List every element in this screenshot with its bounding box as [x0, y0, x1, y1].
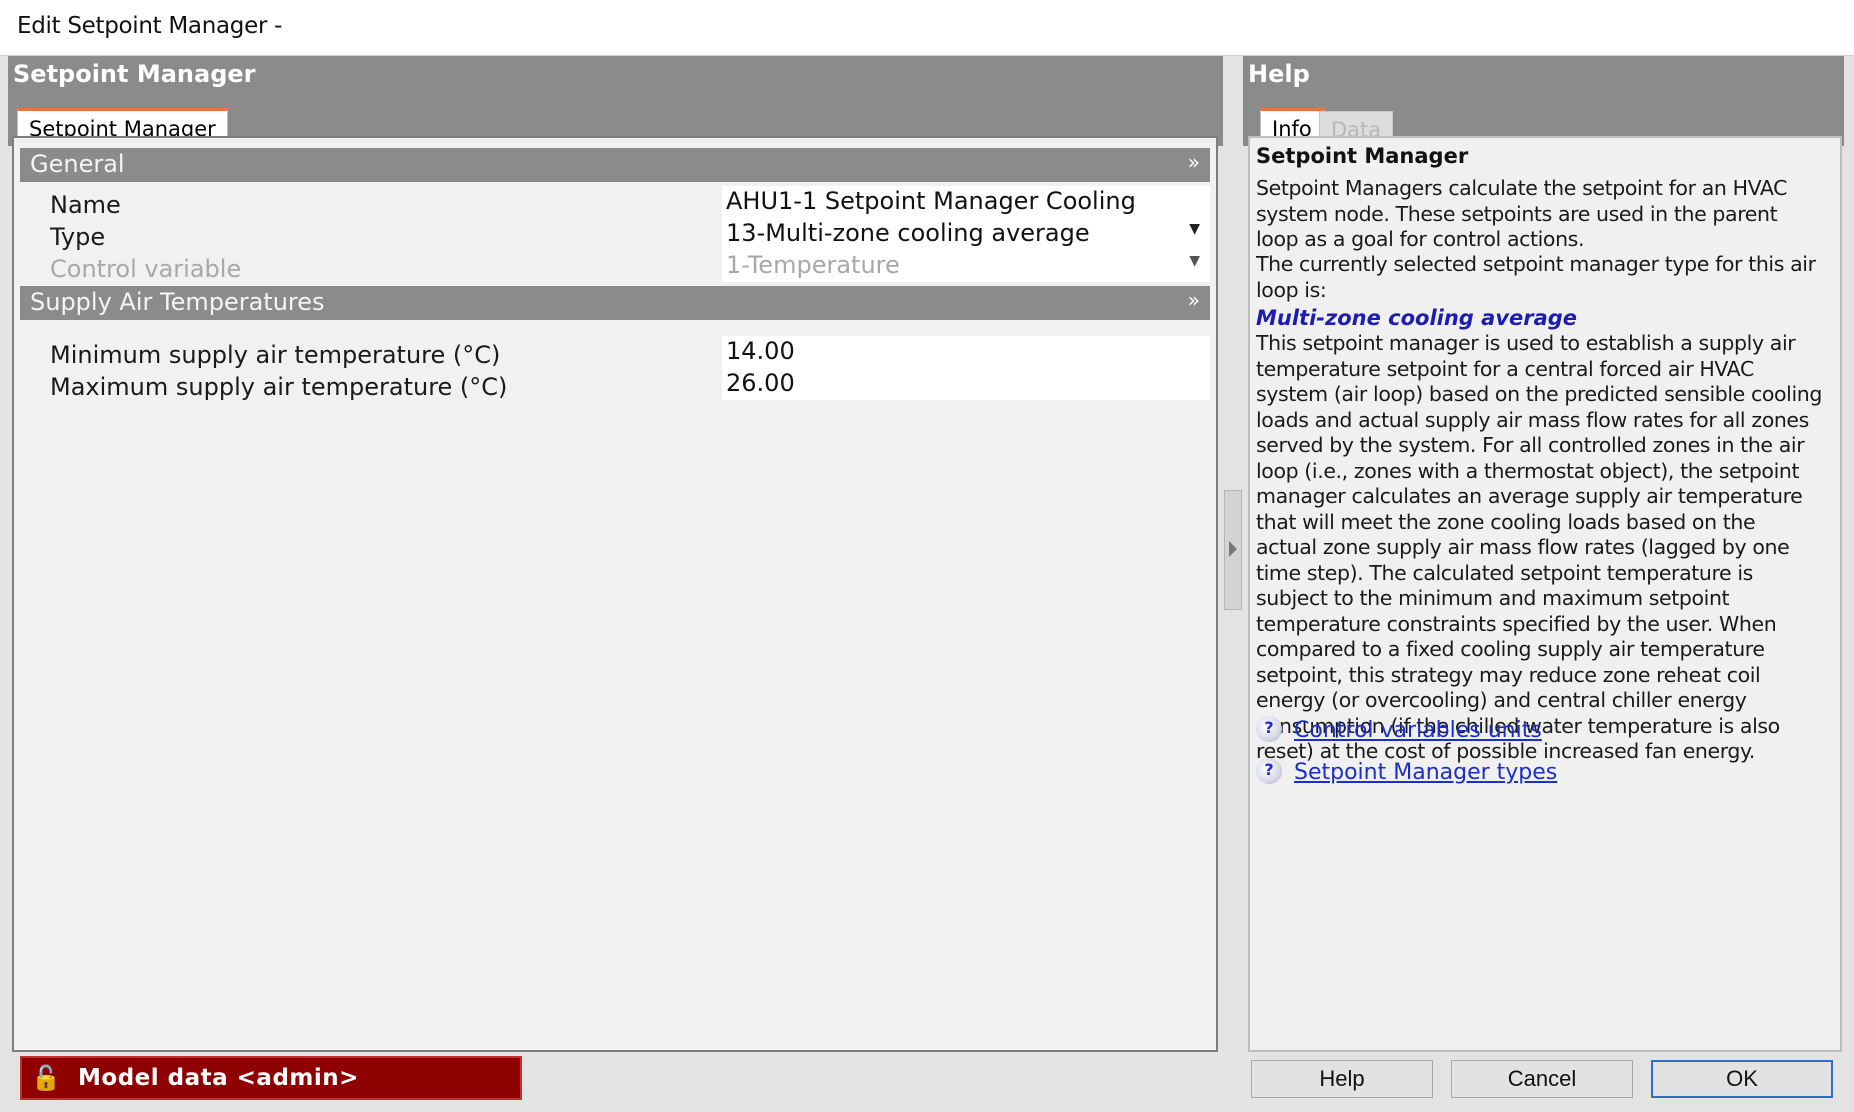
dialog-body: Setpoint Manager Setpoint Manager Help I… [0, 56, 1854, 1112]
help-button[interactable]: Help [1251, 1060, 1433, 1098]
help-question-icon: ? [1256, 758, 1282, 784]
field-label-control-variable: Control variable [50, 255, 242, 283]
left-pane-title: Setpoint Manager [13, 60, 256, 88]
section-title: General [30, 150, 125, 178]
help-type-description: This setpoint manager is used to establi… [1256, 331, 1822, 763]
link-label[interactable]: Setpoint Manager types [1294, 760, 1557, 785]
help-type-name: Multi-zone cooling average [1256, 306, 1578, 330]
ok-button[interactable]: OK [1651, 1060, 1833, 1098]
pane-splitter[interactable] [1224, 490, 1242, 610]
help-question-icon: ? [1256, 716, 1282, 742]
section-title: Supply Air Temperatures [30, 288, 325, 316]
field-label-max-supply-air-temp: Maximum supply air temperature (°C) [50, 373, 508, 401]
dropdown-arrow-icon: ▼ [1189, 253, 1200, 269]
help-title: Setpoint Manager [1256, 144, 1469, 168]
collapse-icon[interactable]: » [1188, 290, 1200, 310]
link-label[interactable]: Control variables units [1294, 718, 1542, 743]
control-variable-value: 1-Temperature [726, 251, 900, 279]
name-input[interactable]: AHU1-1 Setpoint Manager Cooling [722, 186, 1210, 218]
field-label-min-supply-air-temp: Minimum supply air temperature (°C) [50, 341, 501, 369]
right-pane-header: Help Info Data [1243, 56, 1844, 146]
property-grid: General » Name AHU1-1 Setpoint Manager C… [12, 136, 1218, 1052]
collapse-icon[interactable]: » [1188, 152, 1200, 172]
window-titlebar: Edit Setpoint Manager - [0, 0, 1854, 56]
dropdown-arrow-icon[interactable]: ▼ [1189, 221, 1200, 237]
model-data-badge: 🔓 Model data <admin> [20, 1056, 522, 1100]
link-control-variables-units[interactable]: ? Control variables units [1256, 716, 1576, 746]
model-data-label: Model data <admin> [78, 1065, 359, 1091]
field-label-type: Type [50, 223, 106, 251]
right-pane-title: Help [1248, 60, 1310, 88]
expand-arrow-icon[interactable] [1229, 541, 1237, 557]
type-select-value: 13-Multi-zone cooling average [726, 219, 1090, 247]
link-setpoint-manager-types[interactable]: ? Setpoint Manager types [1256, 758, 1576, 788]
section-header-general[interactable]: General » [20, 148, 1210, 182]
min-supply-air-temp-input[interactable]: 14.00 [722, 336, 1210, 368]
window-title: Edit Setpoint Manager - [17, 13, 283, 39]
cancel-button[interactable]: Cancel [1451, 1060, 1633, 1098]
left-pane-header: Setpoint Manager Setpoint Manager [8, 56, 1223, 146]
section-header-supply-air-temperatures[interactable]: Supply Air Temperatures » [20, 286, 1210, 320]
max-supply-air-temp-input[interactable]: 26.00 [722, 368, 1210, 400]
help-panel: Setpoint Manager Setpoint Managers calcu… [1248, 136, 1842, 1052]
help-selected-type-paragraph: The currently selected setpoint manager … [1256, 252, 1816, 302]
type-select[interactable]: 13-Multi-zone cooling average ▼ [722, 218, 1210, 250]
lock-open-icon: 🔓 [31, 1064, 61, 1092]
help-intro-paragraph: Setpoint Managers calculate the setpoint… [1256, 176, 1788, 251]
control-variable-select: 1-Temperature ▼ [722, 250, 1210, 282]
field-label-name: Name [50, 191, 121, 219]
